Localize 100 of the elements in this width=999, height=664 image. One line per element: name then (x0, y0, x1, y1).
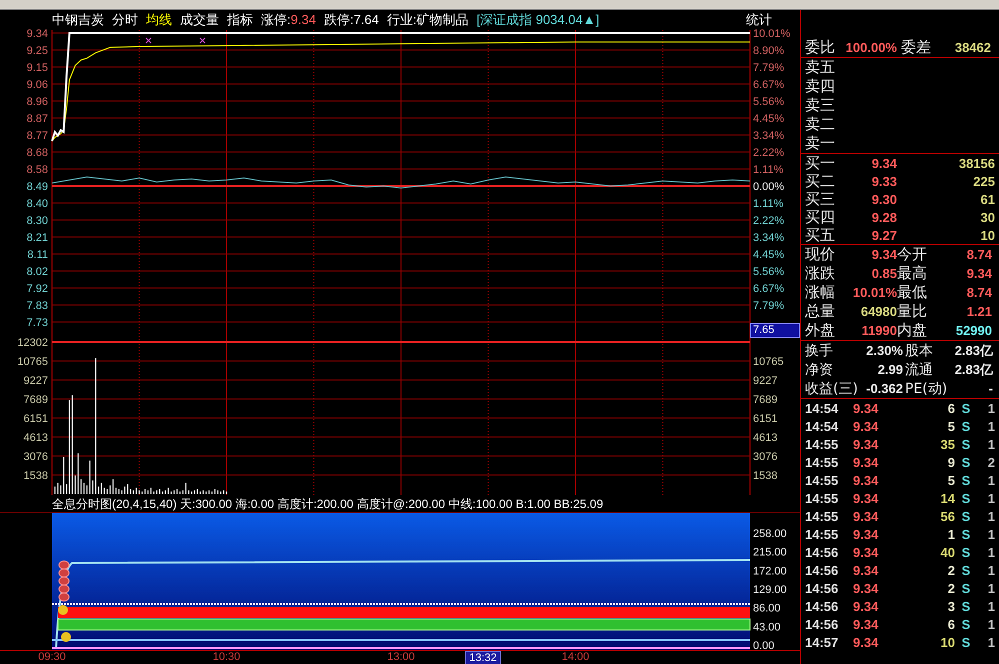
trade-side: S (960, 418, 972, 434)
axis-label: 1.11% (753, 164, 784, 176)
chart-tab[interactable]: 指标 (227, 11, 253, 29)
bid-label: 买一 (805, 154, 836, 172)
axis-label: 8.30 (26, 215, 48, 227)
trade-count: 1 (986, 418, 995, 434)
ask-label: 卖三 (805, 96, 835, 115)
bid-price: 9.34 (870, 156, 897, 170)
field-label: PE(动) (905, 380, 948, 398)
ask-label: 卖二 (805, 115, 835, 134)
ask-label: 卖四 (805, 77, 835, 96)
chart-tab[interactable]: 成交量 (180, 11, 219, 29)
axis-label: 9227 (24, 375, 48, 387)
trade-price: 9.34 (853, 526, 880, 542)
chart-tab[interactable]: 均线 (146, 11, 172, 29)
cursor-time: 13:32 (465, 651, 501, 664)
trade-side: S (960, 472, 972, 488)
axis-label: 3.34% (753, 232, 784, 244)
axis-label: 7689 (753, 394, 778, 406)
field-label: 最高 (897, 264, 928, 283)
axis-label: 8.49 (26, 181, 48, 193)
axis-label: 6.67% (753, 79, 784, 91)
field-label: 委比 (805, 38, 836, 57)
stats-button[interactable]: 统计 (746, 11, 772, 29)
industry-label: 行业:矿物制品 (386, 11, 468, 29)
axis-label: 172.00 (753, 565, 787, 578)
trade-price: 9.34 (853, 418, 880, 434)
trade-time: 14:55 (805, 508, 840, 524)
field-value: 2.99 (876, 362, 903, 377)
time-label: 13:00 (386, 651, 416, 664)
trade-volume: 2 (946, 580, 955, 596)
axis-label: 129.00 (753, 584, 787, 596)
time-label: 10:30 (212, 651, 242, 664)
ask-label: 卖五 (805, 58, 835, 77)
trade-side: S (960, 634, 972, 650)
trade-side: S (960, 400, 972, 416)
trade-price: 9.34 (853, 598, 880, 614)
bid-price: 9.30 (870, 192, 897, 206)
trade-volume: 6 (946, 400, 955, 416)
trade-time: 14:55 (805, 436, 840, 452)
field-label: 净资 (805, 360, 834, 378)
trade-side: S (960, 436, 972, 452)
trade-price: 9.34 (853, 580, 880, 596)
axis-label: 10765 (753, 356, 784, 368)
axis-label: 8.02 (26, 266, 48, 278)
bid-label: 买四 (805, 208, 836, 226)
field-label: 涨跌 (805, 264, 836, 283)
trade-volume: 5 (946, 418, 955, 434)
bid-volume: 38156 (958, 156, 995, 170)
axis-label: 3076 (24, 451, 48, 463)
chart-tab[interactable]: 分时 (112, 11, 138, 29)
ask-label: 卖一 (805, 134, 835, 153)
axis-label: 8.96 (26, 96, 48, 108)
axis-label: 3.34% (753, 130, 784, 142)
axis-label: 5.56% (753, 96, 784, 108)
trade-count: 1 (986, 472, 995, 488)
trade-count: 2 (986, 454, 995, 470)
axis-label: 7.79% (753, 300, 784, 312)
trade-side: S (960, 490, 972, 506)
trade-volume: 1 (946, 526, 955, 542)
field-value: 10.01% (852, 285, 897, 300)
trade-price: 9.34 (853, 472, 880, 488)
trade-side: S (960, 526, 972, 542)
limit-down: 跌停:7.64 (324, 11, 379, 29)
axis-label: 6.67% (753, 283, 784, 295)
field-label: 总量 (805, 302, 836, 321)
trade-side: S (960, 598, 972, 614)
field-label: 委差 (901, 38, 932, 57)
bid-price: 9.33 (870, 174, 897, 188)
axis-label: 43.00 (753, 621, 781, 634)
bid-label: 买二 (805, 172, 836, 190)
trade-price: 9.34 (853, 508, 880, 524)
trade-volume: 3 (946, 598, 955, 614)
time-label: 09:30 (37, 651, 67, 664)
trade-time: 14:55 (805, 472, 840, 488)
field-value: 38462 (954, 40, 991, 55)
axis-label: 4613 (24, 432, 48, 444)
axis-label: 7.92 (26, 283, 48, 295)
field-value: 2.30% (865, 343, 903, 358)
axis-label: 0.00 (753, 640, 774, 652)
axis-label: 9227 (753, 375, 778, 387)
trade-side: S (960, 580, 972, 596)
axis-label: 0.00% (753, 181, 784, 193)
field-label: 换手 (805, 342, 834, 360)
axis-label: 6151 (753, 413, 778, 425)
trade-volume: 9 (946, 454, 955, 470)
limit-up: 涨停:9.34 (261, 11, 316, 29)
trade-price: 9.34 (853, 616, 880, 632)
trade-count: 1 (986, 616, 995, 632)
axis-label: 9.15 (26, 62, 48, 74)
trade-volume: 2 (946, 562, 955, 578)
trade-side: S (960, 508, 972, 524)
field-label: 内盘 (897, 321, 928, 340)
bid-label: 买五 (805, 226, 836, 244)
bid-price: 9.27 (870, 228, 897, 242)
trade-count: 1 (986, 544, 995, 560)
axis-label: 10765 (17, 356, 48, 368)
trade-count: 1 (986, 490, 995, 506)
trade-time: 14:56 (805, 544, 840, 560)
field-label: 最低 (897, 283, 928, 302)
